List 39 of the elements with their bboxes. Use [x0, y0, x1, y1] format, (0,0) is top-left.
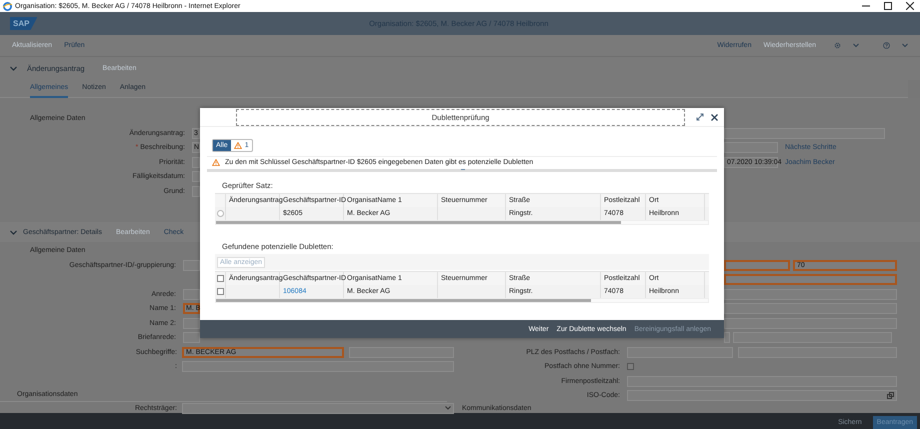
value-help-icon[interactable] [887, 392, 894, 400]
caret-icon[interactable] [902, 43, 908, 48]
input-field[interactable] [724, 303, 897, 314]
close-icon[interactable] [906, 2, 914, 10]
chevron-icon[interactable] [10, 230, 17, 234]
close-icon[interactable] [711, 114, 718, 120]
input-field[interactable] [724, 332, 730, 344]
chevron-icon[interactable] [10, 66, 17, 71]
input-field[interactable] [724, 128, 885, 139]
input-field[interactable] [724, 288, 897, 300]
input-field[interactable] [724, 318, 897, 329]
checkbox[interactable] [216, 288, 224, 295]
dropdown[interactable] [182, 402, 454, 414]
gear-icon[interactable] [834, 42, 841, 49]
input-field[interactable] [627, 390, 897, 402]
input-field[interactable] [183, 318, 200, 329]
input-field[interactable] [183, 260, 200, 271]
input-field[interactable] [183, 332, 200, 344]
warning-icon [212, 159, 220, 166]
checkbox[interactable] [216, 275, 224, 282]
input-field[interactable] [192, 186, 200, 197]
help-icon[interactable] [883, 42, 890, 49]
scrollbar[interactable] [215, 220, 709, 225]
expand-icon[interactable] [696, 113, 704, 121]
logo[interactable]: SAP [10, 17, 38, 30]
input-field[interactable] [724, 260, 790, 271]
input-field[interactable] [724, 274, 897, 286]
maximize-icon[interactable] [884, 2, 892, 10]
input-field[interactable] [183, 288, 200, 300]
caret-icon [445, 406, 451, 410]
radio-button[interactable] [216, 210, 224, 217]
input-field[interactable] [192, 156, 200, 168]
warning-icon [234, 142, 242, 149]
checkbox[interactable] [627, 363, 634, 370]
input-field[interactable] [192, 171, 200, 182]
input-field[interactable] [724, 142, 778, 154]
browser-icon [3, 2, 12, 10]
scrollbar[interactable] [215, 298, 709, 303]
caret-icon[interactable] [853, 43, 859, 48]
